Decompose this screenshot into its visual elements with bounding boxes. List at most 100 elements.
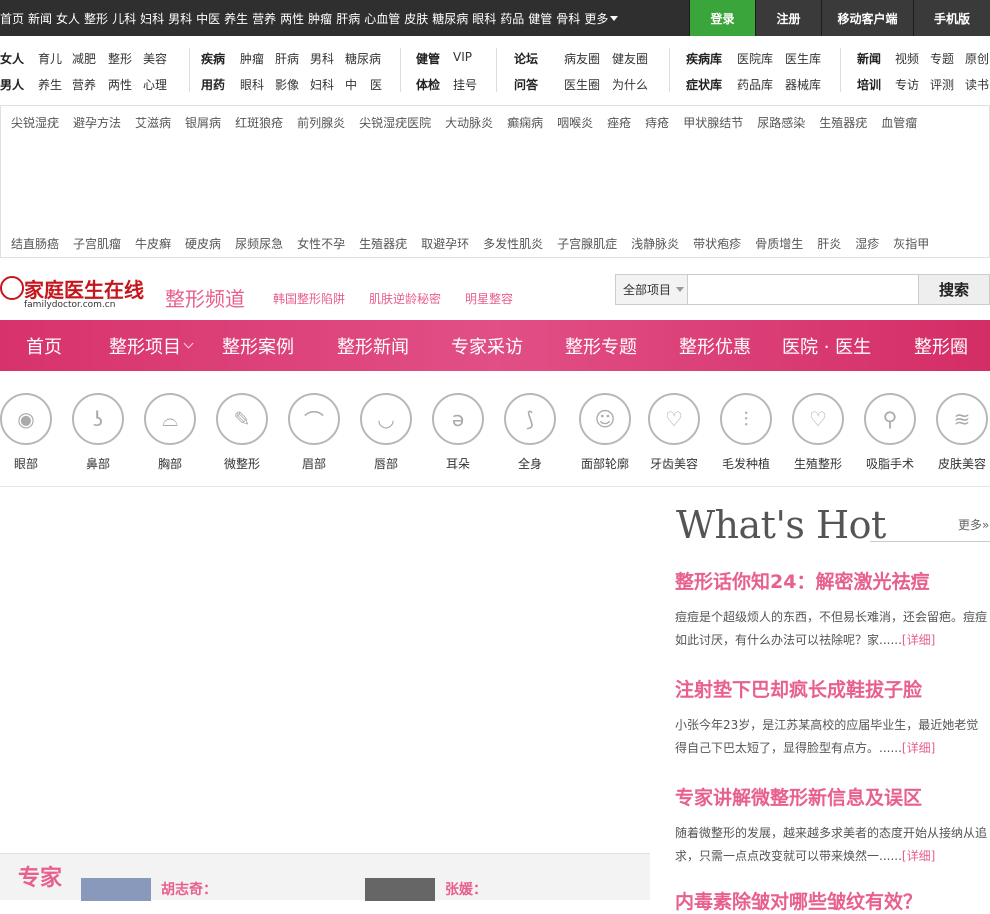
tag-link[interactable]: 取避孕环: [421, 235, 469, 252]
more-link[interactable]: 更多»: [958, 516, 989, 533]
search-button[interactable]: 搜索: [919, 274, 990, 305]
top-nav-item[interactable]: 男科: [168, 10, 192, 27]
mobile-client-button[interactable]: 移动客户端: [821, 0, 913, 36]
body-part-item[interactable]: ☺ 面部轮廓: [575, 385, 635, 472]
category-link[interactable]: 肝病: [275, 50, 299, 67]
tag-link[interactable]: 浅静脉炎: [631, 235, 679, 252]
channel-link[interactable]: 明星整容: [465, 290, 513, 307]
tag-link[interactable]: 带状疱疹: [693, 235, 741, 252]
category-link[interactable]: 糖尿病: [345, 50, 381, 67]
channel-link[interactable]: 肌肤逆龄秘密: [369, 290, 441, 307]
search-scope-select[interactable]: 全部项目: [615, 274, 688, 305]
category-link[interactable]: 影像: [275, 76, 299, 93]
tag-link[interactable]: 多发性肌炎: [483, 235, 543, 252]
top-nav-item[interactable]: 肝病: [336, 10, 360, 27]
article-title[interactable]: 专家讲解微整形新信息及误区: [675, 783, 990, 810]
category-link[interactable]: 男科: [310, 50, 334, 67]
site-logo[interactable]: 家庭医生在线 familydoctor.com.cn: [0, 274, 160, 312]
tag-link[interactable]: 尿频尿急: [235, 235, 283, 252]
main-nav-item[interactable]: 专家采访: [451, 320, 523, 371]
tag-link[interactable]: 生殖器疣: [819, 114, 867, 131]
tag-link[interactable]: 前列腺炎: [297, 114, 345, 131]
category-link[interactable]: 营养: [72, 76, 96, 93]
top-nav-item[interactable]: 儿科: [112, 10, 136, 27]
top-nav-item[interactable]: 两性: [280, 10, 304, 27]
category-link[interactable]: 眼科: [240, 76, 264, 93]
tag-link[interactable]: 结直肠癌: [11, 235, 59, 252]
body-part-item[interactable]: ◉ 眼部: [0, 385, 53, 472]
tag-link[interactable]: 骨质增生: [755, 235, 803, 252]
category-link[interactable]: 减肥: [72, 50, 96, 67]
category-link[interactable]: 医生库: [785, 50, 821, 67]
category-link[interactable]: 为什么: [612, 76, 648, 93]
top-nav-item[interactable]: 药品: [500, 10, 524, 27]
category-link[interactable]: 整形: [108, 50, 132, 67]
category-link[interactable]: 中: [345, 76, 357, 93]
top-nav-item[interactable]: 新闻: [28, 10, 52, 27]
top-nav-item[interactable]: 糖尿病: [432, 10, 468, 27]
expert-name[interactable]: 胡志奇：: [161, 879, 217, 899]
tag-link[interactable]: 硬皮病: [185, 235, 221, 252]
category-link[interactable]: 病友圈: [564, 50, 600, 67]
category-link[interactable]: 药品库: [737, 76, 773, 93]
top-nav-item[interactable]: 皮肤: [404, 10, 428, 27]
category-link[interactable]: 两性: [108, 76, 132, 93]
top-nav-item[interactable]: 心血管: [364, 10, 400, 27]
article-title[interactable]: 整形话你知24：解密激光祛痘: [675, 567, 990, 594]
category-link[interactable]: 疾病库: [686, 50, 722, 67]
category-link[interactable]: 体检: [416, 76, 440, 93]
avatar[interactable]: [365, 878, 435, 901]
article-title[interactable]: 内毒素除皱对哪些皱纹有效？: [675, 887, 990, 914]
article-detail-link[interactable]: [详细]: [902, 849, 935, 863]
tag-link[interactable]: 牛皮癣: [135, 235, 171, 252]
body-part-item[interactable]: ♡ 牙齿美容: [647, 385, 701, 472]
body-part-item[interactable]: ʖ 鼻部: [71, 385, 125, 472]
category-link[interactable]: 心理: [143, 76, 167, 93]
avatar[interactable]: [81, 878, 151, 901]
main-nav-item[interactable]: 整形案例: [222, 320, 294, 371]
expert-name[interactable]: 张媛：: [445, 879, 487, 899]
body-part-item[interactable]: ◡ 唇部: [359, 385, 413, 472]
tag-link[interactable]: 痔疮: [645, 114, 669, 131]
category-link[interactable]: 健友圈: [612, 50, 648, 67]
body-part-item[interactable]: ⚲ 吸脂手术: [863, 385, 917, 472]
body-part-item[interactable]: ⫶ 毛发种植: [719, 385, 773, 472]
tag-link[interactable]: 女性不孕: [297, 235, 345, 252]
category-link[interactable]: 疾病: [201, 50, 225, 67]
category-link[interactable]: 视频: [895, 50, 919, 67]
body-part-item[interactable]: ⌓ 胸部: [143, 385, 197, 472]
article-detail-link[interactable]: [详细]: [902, 633, 935, 647]
mobile-version-button[interactable]: 手机版: [913, 0, 990, 36]
top-nav-item[interactable]: 健管: [528, 10, 552, 27]
tag-link[interactable]: 血管瘤: [881, 114, 917, 131]
main-nav-item[interactable]: 整形圈: [914, 320, 968, 371]
body-part-item[interactable]: ⟆ 全身: [503, 385, 557, 472]
top-nav-item[interactable]: 中医: [196, 10, 220, 27]
main-nav-item[interactable]: 医院 · 医生: [782, 320, 871, 371]
body-part-item[interactable]: ✎ 微整形: [215, 385, 269, 472]
category-link[interactable]: 挂号: [453, 76, 477, 93]
tag-link[interactable]: 湿疹: [855, 235, 879, 252]
category-link[interactable]: VIP: [453, 50, 472, 64]
tag-link[interactable]: 尖锐湿疣医院: [359, 114, 431, 131]
category-link[interactable]: 医: [370, 76, 382, 93]
main-nav-item[interactable]: 整形专题: [565, 320, 637, 371]
category-link[interactable]: 养生: [38, 76, 62, 93]
top-nav-item[interactable]: 整形: [84, 10, 108, 27]
category-link[interactable]: 女人: [0, 50, 24, 67]
tag-link[interactable]: 甲状腺结节: [683, 114, 743, 131]
category-link[interactable]: 问答: [514, 76, 538, 93]
category-link[interactable]: 器械库: [785, 76, 821, 93]
main-nav-item[interactable]: 首页: [26, 320, 62, 371]
main-nav-item[interactable]: 整形项目: [109, 320, 194, 371]
tag-link[interactable]: 咽喉炎: [557, 114, 593, 131]
category-link[interactable]: 用药: [201, 76, 225, 93]
category-link[interactable]: 症状库: [686, 76, 722, 93]
tag-link[interactable]: 艾滋病: [135, 114, 171, 131]
body-part-item[interactable]: ♡ 生殖整形: [791, 385, 845, 472]
tag-link[interactable]: 大动脉炎: [445, 114, 493, 131]
category-link[interactable]: 专访: [895, 76, 919, 93]
main-nav-item[interactable]: 整形新闻: [337, 320, 409, 371]
login-button[interactable]: 登录: [689, 0, 755, 36]
top-nav-item[interactable]: 肿瘤: [308, 10, 332, 27]
